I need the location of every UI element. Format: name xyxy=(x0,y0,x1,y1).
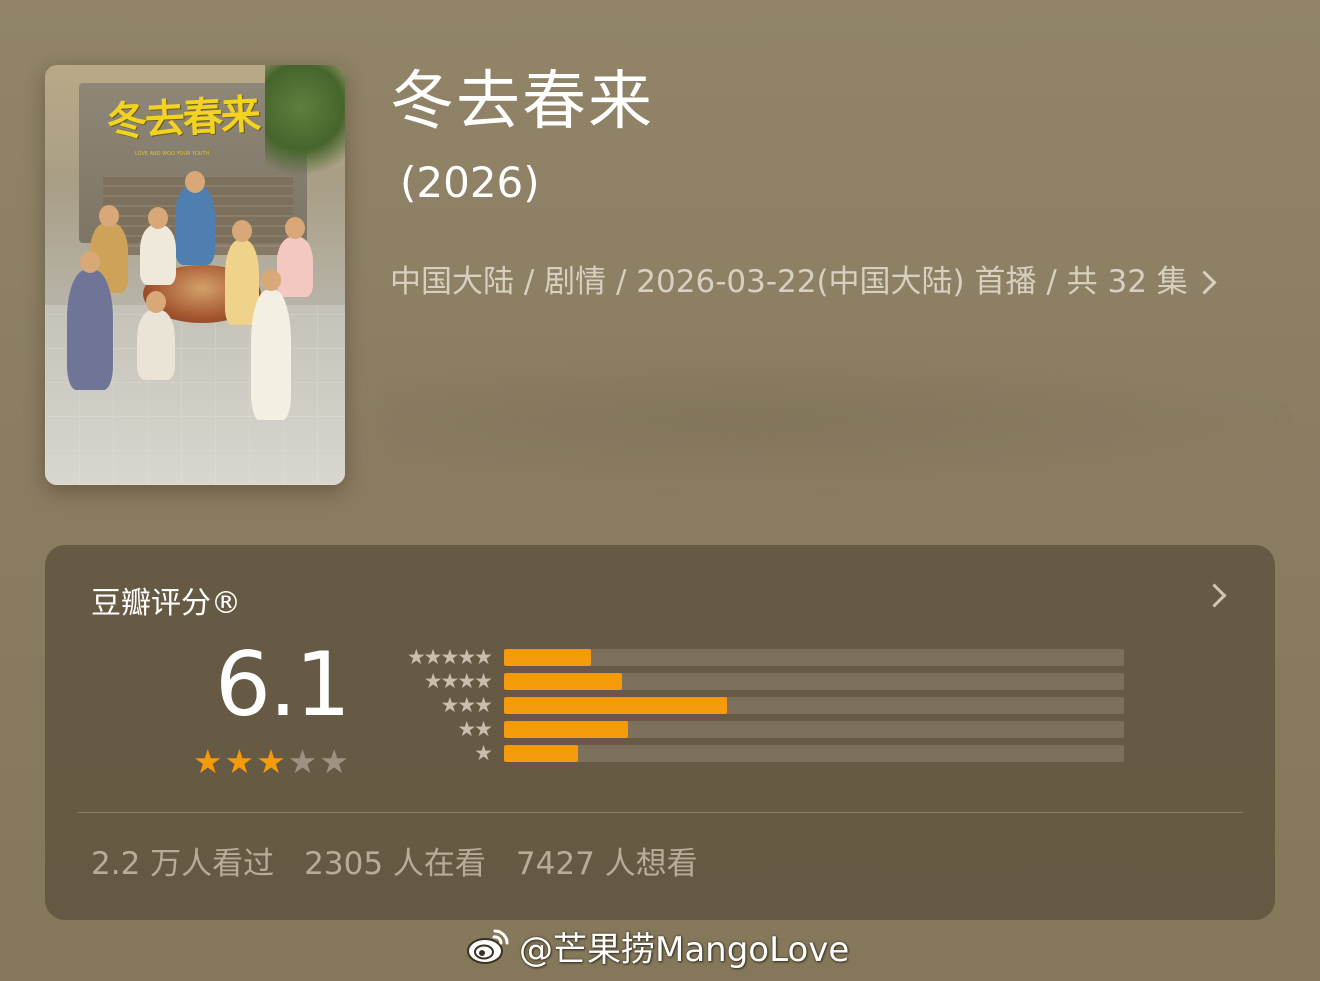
poster-image[interactable]: 冬去春来 LOVE AND WOO YOUR YOUTH xyxy=(45,65,345,485)
poster-person-head xyxy=(146,291,166,313)
poster-logo-subtitle: LOVE AND WOO YOUR YOUTH xyxy=(135,151,210,157)
distribution-bar xyxy=(504,720,628,738)
distribution-bar xyxy=(504,744,579,762)
distribution-stars-icon: ★★★ xyxy=(440,692,493,717)
poster-person xyxy=(277,237,313,297)
distribution-stars-icon: ★★★★ xyxy=(423,668,493,693)
poster-person xyxy=(140,225,176,285)
divider xyxy=(78,812,1243,813)
distribution-bar xyxy=(504,672,622,690)
poster-person xyxy=(67,270,113,390)
distribution-row: ★★★ xyxy=(381,692,1124,717)
distribution-bar xyxy=(504,696,728,714)
watching-count[interactable]: 2305 人在看 xyxy=(304,838,486,883)
viewer-counts: 2.2 万人看过 2305 人在看 7427 人想看 xyxy=(91,838,698,883)
distribution-row: ★★ xyxy=(381,716,1124,741)
distribution-bar-track xyxy=(504,744,1124,762)
distribution-row: ★★★★★ xyxy=(381,644,1124,669)
star-filled-icon: ★ xyxy=(256,742,286,781)
star-empty-icon: ★ xyxy=(319,742,349,781)
distribution-stars-icon: ★★ xyxy=(457,716,493,741)
star-filled-icon: ★ xyxy=(193,742,223,781)
poster-person-head xyxy=(261,269,281,291)
background-haze xyxy=(380,355,1300,485)
poster-person-head xyxy=(285,217,305,239)
poster-person-head xyxy=(232,220,252,242)
poster-person xyxy=(175,185,215,265)
distribution-bar-track xyxy=(504,696,1124,714)
page: 冬去春来 LOVE AND WOO YOUR YOUTH 冬去春来 (2026)… xyxy=(0,0,1320,981)
distribution-bar-track xyxy=(504,648,1124,666)
douban-rating-card[interactable]: 豆瓣评分® 6.1 ★ ★ ★ ★ ★ ★★★★★ ★★★★ ★★★ ★★ ★ 2.2 万人看过… xyxy=(45,545,1275,920)
movie-meta-text: 中国大陆 / 剧情 / 2026-03-22(中国大陆) 首播 / 共 32 集 xyxy=(390,264,1188,300)
poster-person-head xyxy=(185,171,205,193)
watermark-text: @芒果捞MangoLove xyxy=(519,929,850,970)
star-empty-icon: ★ xyxy=(287,742,318,781)
distribution-bar-track xyxy=(504,720,1124,738)
rating-stars: ★ ★ ★ ★ ★ xyxy=(193,745,349,778)
rating-label: 豆瓣评分® xyxy=(91,586,241,621)
distribution-stars-icon: ★ xyxy=(474,740,493,765)
poster-person-head xyxy=(99,205,119,227)
chevron-right-icon[interactable] xyxy=(1202,583,1227,608)
distribution-stars-icon: ★★★★★ xyxy=(406,644,493,669)
rating-score: 6.1 xyxy=(215,633,351,736)
movie-year: (2026) xyxy=(400,158,540,207)
poster-person xyxy=(251,290,291,420)
poster-logo: 冬去春来 xyxy=(105,90,261,146)
distribution-bar xyxy=(504,648,591,666)
weibo-icon xyxy=(467,929,509,964)
rating-distribution: ★★★★★ ★★★★ ★★★ ★★ ★ xyxy=(381,644,1124,765)
chevron-right-icon xyxy=(1192,270,1217,295)
distribution-row: ★ xyxy=(381,740,1124,765)
distribution-row: ★★★★ xyxy=(381,668,1124,693)
distribution-bar-track xyxy=(504,672,1124,690)
poster-person-head xyxy=(148,207,168,229)
poster-person xyxy=(137,310,175,380)
watermark: @芒果捞MangoLove xyxy=(465,923,850,970)
watched-count[interactable]: 2.2 万人看过 xyxy=(91,838,274,883)
movie-title: 冬去春来 xyxy=(390,65,654,139)
star-filled-icon: ★ xyxy=(224,742,255,781)
movie-meta-link[interactable]: 中国大陆 / 剧情 / 2026-03-22(中国大陆) 首播 / 共 32 集 xyxy=(390,264,1217,301)
poster-person-head xyxy=(80,251,100,273)
want-count[interactable]: 7427 人想看 xyxy=(516,838,698,883)
